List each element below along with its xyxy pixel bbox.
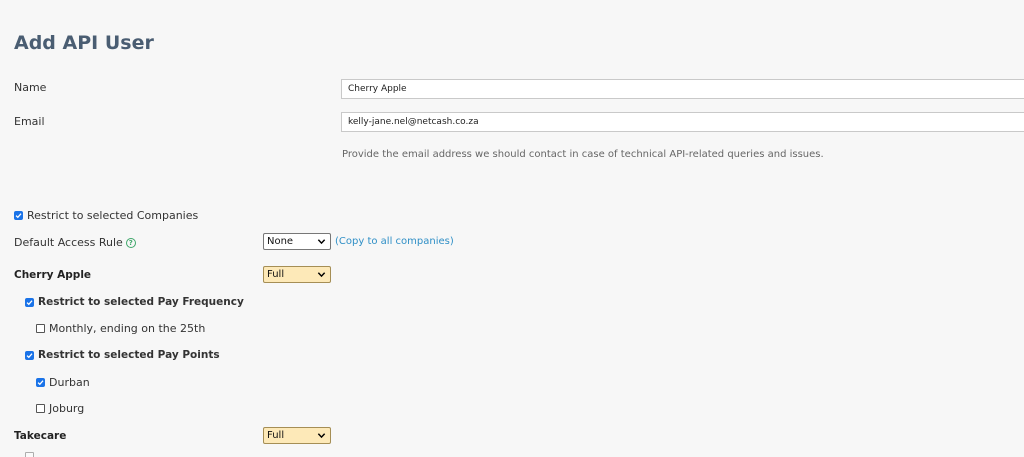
- email-label: Email: [14, 115, 45, 128]
- checkmark-icon: [15, 213, 22, 219]
- company-access-select-takecare[interactable]: Full: [263, 427, 331, 444]
- restrict-companies-label: Restrict to selected Companies: [27, 209, 199, 222]
- pay-point-checkbox-durban[interactable]: [36, 378, 45, 387]
- cut-off-checkbox: [25, 452, 34, 457]
- company-name-cherry-apple: Cherry Apple: [14, 269, 92, 281]
- default-access-selected: None: [267, 236, 294, 247]
- chevron-down-icon: [317, 433, 326, 439]
- pay-frequency-label: Monthly, ending on the 25th: [49, 322, 206, 335]
- restrict-pay-points-checkbox[interactable]: [25, 350, 34, 360]
- company-name-takecare: Takecare: [14, 430, 67, 442]
- add-api-user-page: Add API User Name Email Provide the emai…: [0, 0, 1024, 457]
- checkmark-icon: [37, 380, 44, 386]
- pay-point-checkbox-joburg[interactable]: [36, 404, 45, 413]
- restrict-pay-frequency-row: Restrict to selected Pay Frequency: [25, 296, 244, 308]
- pay-point-row-joburg: Joburg: [36, 402, 84, 415]
- company-access-selected: Full: [267, 269, 285, 280]
- company-access-select-cherry-apple[interactable]: Full: [263, 266, 331, 283]
- question-circle-icon[interactable]: ?: [125, 238, 136, 248]
- pay-point-row-durban: Durban: [36, 376, 90, 389]
- default-access-label: Default Access Rule: [14, 236, 123, 249]
- company-access-selected: Full: [267, 430, 285, 441]
- restrict-companies-row: Restrict to selected Companies: [14, 209, 198, 222]
- email-help-text: Provide the email address we should cont…: [342, 149, 824, 160]
- checkmark-icon: [26, 352, 33, 358]
- email-input[interactable]: [341, 112, 1024, 132]
- name-label: Name: [14, 81, 47, 94]
- restrict-pay-points-row: Restrict to selected Pay Points: [25, 349, 220, 361]
- name-input[interactable]: [341, 79, 1024, 99]
- copy-to-all-companies-link[interactable]: (Copy to all companies): [335, 236, 454, 247]
- pay-frequency-option-row: Monthly, ending on the 25th: [36, 322, 205, 335]
- pay-point-label-joburg: Joburg: [49, 402, 85, 415]
- chevron-down-icon: [317, 239, 326, 245]
- restrict-pay-points-label: Restrict to selected Pay Points: [38, 349, 220, 361]
- cut-off-row: [25, 452, 145, 457]
- page-title: Add API User: [14, 32, 154, 54]
- default-access-select[interactable]: None: [263, 233, 331, 250]
- restrict-companies-checkbox[interactable]: [14, 211, 23, 220]
- chevron-down-icon: [317, 272, 326, 278]
- restrict-pay-frequency-checkbox[interactable]: [25, 297, 34, 307]
- default-access-label-row: Default Access Rule?: [14, 236, 136, 249]
- pay-frequency-checkbox-monthly[interactable]: [36, 324, 45, 333]
- checkmark-icon: [26, 299, 33, 305]
- restrict-pay-frequency-label: Restrict to selected Pay Frequency: [38, 296, 244, 308]
- pay-point-label-durban: Durban: [49, 376, 90, 389]
